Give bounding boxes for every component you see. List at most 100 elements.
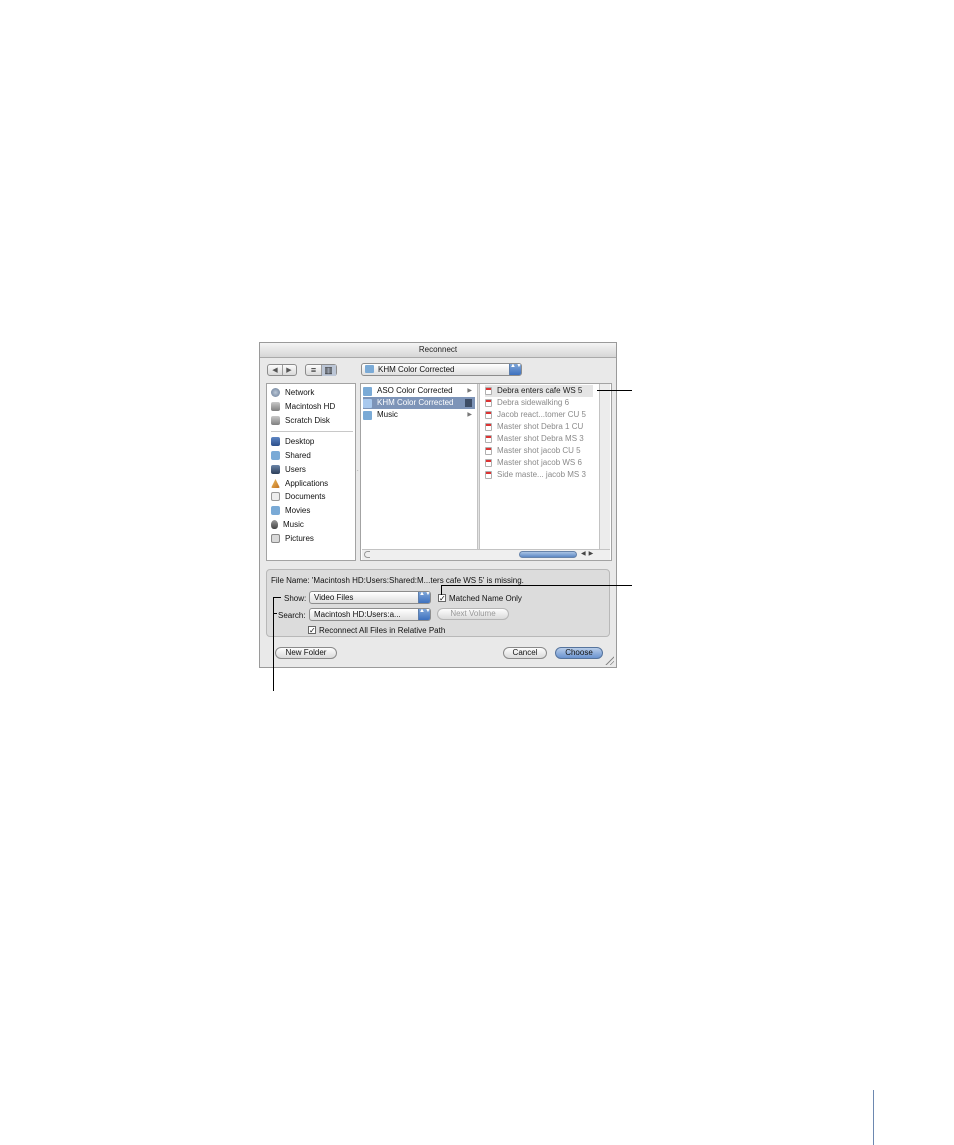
sidebar-item-desktop[interactable]: Desktop: [271, 436, 314, 447]
callout-line-matched-name-drop: [441, 585, 442, 595]
sidebar-item-label: Network: [285, 388, 315, 397]
folder-icon: [363, 386, 372, 396]
column-divider[interactable]: [477, 384, 480, 549]
matched-name-checkbox[interactable]: ✓: [438, 594, 446, 603]
folder-icon: [271, 451, 280, 460]
file-label: Master shot jacob CU 5: [497, 446, 581, 455]
page-margin-rule: [873, 1090, 874, 1145]
video-file-icon: [485, 471, 492, 479]
scroll-track-cap: [364, 551, 370, 558]
location-popup[interactable]: KHM Color Corrected ▲▼: [361, 363, 522, 376]
callout-line-show-search: [273, 597, 274, 691]
disclosure-arrow-icon: ▶: [467, 412, 472, 418]
list-view-icon[interactable]: ≡: [307, 365, 321, 375]
matched-name-label: Matched Name Only: [449, 594, 522, 603]
sidebar-item-pictures[interactable]: Pictures: [271, 533, 314, 544]
sidebar-item-macintosh-hd[interactable]: Macintosh HD: [271, 401, 335, 412]
show-label: Show:: [284, 594, 307, 603]
list-item[interactable]: Master shot Debra MS 3: [485, 433, 584, 445]
folder-icon: [365, 365, 374, 373]
sidebar-item-scratch-disk[interactable]: Scratch Disk: [271, 415, 330, 426]
sidebar-divider: [271, 431, 353, 432]
missing-file-name: File Name: 'Macintosh HD:Users:Shared:M.…: [271, 576, 524, 585]
back-arrow-icon[interactable]: ◀: [269, 366, 282, 374]
show-popup-value: Video Files: [314, 593, 354, 602]
back-forward-buttons[interactable]: ◀ ▶: [267, 364, 297, 376]
folder-label: KHM Color Corrected: [377, 398, 454, 407]
search-popup[interactable]: Macintosh HD:Users:a... ▲▼: [309, 608, 431, 621]
video-file-icon: [485, 435, 492, 443]
scroll-thumb[interactable]: [519, 551, 577, 558]
scroll-arrows-icon[interactable]: ◀▶: [581, 550, 607, 559]
list-item[interactable]: Side maste... jacob MS 3: [485, 469, 586, 481]
video-file-icon: [485, 387, 492, 395]
sidebar-item-label: Shared: [285, 451, 311, 460]
list-item[interactable]: Debra enters cafe WS 5: [485, 385, 593, 397]
column-view-icon[interactable]: ▥: [321, 364, 336, 376]
sidebar-item-shared[interactable]: Shared: [271, 450, 311, 461]
sidebar: Network Macintosh HD Scratch Disk Deskto…: [266, 383, 356, 561]
sidebar-item-label: Documents: [285, 492, 326, 501]
file-label: Debra enters cafe WS 5: [497, 386, 583, 395]
folder-icon: [363, 410, 372, 420]
list-item[interactable]: Master shot jacob CU 5: [485, 445, 581, 457]
choose-button[interactable]: Choose: [555, 647, 603, 659]
popup-arrows-icon: ▲▼: [418, 592, 430, 603]
next-volume-button[interactable]: Next Volume: [437, 608, 509, 620]
pictures-icon: [271, 534, 280, 543]
video-file-icon: [485, 399, 492, 407]
popup-arrows-icon: ▲▼: [509, 364, 521, 375]
list-item[interactable]: ASO Color Corrected ▶: [363, 385, 475, 397]
documents-icon: [271, 492, 280, 501]
sidebar-item-label: Movies: [285, 506, 311, 515]
sidebar-item-label: Desktop: [285, 437, 315, 446]
file-label: Side maste... jacob MS 3: [497, 470, 586, 479]
desktop-icon: [271, 437, 280, 446]
search-popup-value: Macintosh HD:Users:a...: [314, 610, 401, 619]
list-item-selected[interactable]: KHM Color Corrected: [363, 397, 475, 409]
video-file-icon: [485, 447, 492, 455]
cancel-button[interactable]: Cancel: [503, 647, 547, 659]
show-popup[interactable]: Video Files ▲▼: [309, 591, 431, 604]
file-column: Debra enters cafe WS 5 Debra sidewalking…: [483, 384, 597, 549]
list-item[interactable]: Master shot jacob WS 6: [485, 457, 582, 469]
sidebar-item-label: Applications: [285, 479, 329, 488]
reconnect-all-label: Reconnect All Files in Relative Path: [319, 626, 446, 635]
sidebar-item-label: Macintosh HD: [285, 402, 336, 411]
sidebar-item-movies[interactable]: Movies: [271, 505, 310, 516]
forward-arrow-icon[interactable]: ▶: [283, 366, 296, 374]
list-item[interactable]: Debra sidewalking 6: [485, 397, 569, 409]
file-label: Master shot Debra MS 3: [497, 434, 584, 443]
folder-label: Music: [377, 410, 398, 419]
resize-grip-icon[interactable]: [604, 655, 614, 665]
folder-icon: [271, 506, 280, 515]
file-label: Debra sidewalking 6: [497, 398, 570, 407]
file-label: Master shot jacob WS 6: [497, 458, 582, 467]
view-mode-buttons[interactable]: ≡ ▥: [305, 364, 337, 376]
file-label: Jacob react...tomer CU 5: [497, 410, 586, 419]
new-folder-button[interactable]: New Folder: [275, 647, 337, 659]
vertical-scrollbar[interactable]: [599, 384, 610, 549]
sidebar-item-label: Pictures: [285, 534, 314, 543]
reconnect-all-checkbox[interactable]: ✓: [308, 626, 316, 635]
sidebar-item-music[interactable]: Music: [271, 519, 304, 530]
sidebar-item-applications[interactable]: Applications: [271, 478, 328, 489]
list-item[interactable]: Music ▶: [363, 409, 475, 421]
reconnect-dialog: Reconnect ◀ ▶ ≡ ▥ KHM Color Corrected ▲▼…: [259, 342, 617, 668]
horizontal-scrollbar[interactable]: ◀▶: [362, 549, 610, 560]
applications-icon: [271, 479, 280, 488]
list-item[interactable]: Master shot Debra 1 CU: [485, 421, 583, 433]
callout-line-file-list: [597, 390, 632, 391]
sidebar-item-documents[interactable]: Documents: [271, 491, 325, 502]
sidebar-item-label: Music: [283, 520, 304, 529]
popup-arrows-icon: ▲▼: [418, 609, 430, 620]
callout-line-matched-name: [441, 585, 632, 586]
list-item[interactable]: Jacob react...tomer CU 5: [485, 409, 586, 421]
sidebar-item-network[interactable]: Network: [271, 387, 314, 398]
video-file-icon: [485, 411, 492, 419]
sidebar-item-users[interactable]: Users: [271, 464, 306, 475]
video-file-icon: [485, 459, 492, 467]
folder-open-indicator-icon: [465, 399, 472, 407]
folder-column: ASO Color Corrected ▶ KHM Color Correcte…: [361, 384, 477, 549]
sidebar-item-label: Users: [285, 465, 306, 474]
